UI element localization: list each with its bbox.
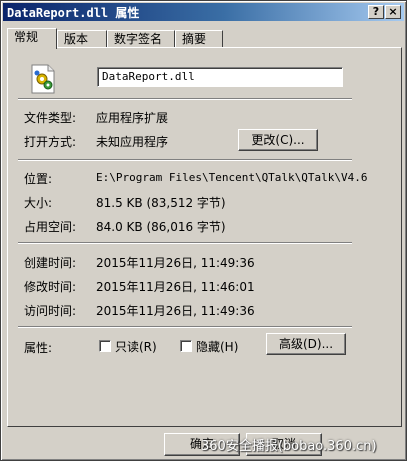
window-title: DataReport.dll 属性 (7, 6, 140, 20)
divider (18, 326, 352, 328)
divider (18, 98, 352, 100)
attributes-label: 属性: (24, 341, 53, 355)
hidden-label[interactable]: 隐藏(H) (196, 338, 238, 355)
created-value: 2015年11月26日, 11:49:36 (96, 256, 255, 270)
modified-label: 修改时间: (24, 280, 77, 294)
general-panel: DataReport.dll 文件类型: 应用程序扩展 打开方式: 未知应用程序… (7, 47, 402, 427)
tab-summary[interactable]: 摘要 (175, 30, 223, 48)
hidden-checkbox[interactable] (180, 340, 192, 352)
readonly-checkbox[interactable] (99, 340, 111, 352)
location-label: 位置: (24, 172, 53, 186)
watermark: 360安全播报(bobao.360.cn) (201, 439, 377, 454)
readonly-label[interactable]: 只读(R) (115, 338, 157, 355)
change-button[interactable]: 更改(C)... (238, 129, 318, 151)
size-label: 大小: (24, 196, 53, 210)
divider (18, 242, 352, 244)
advanced-button[interactable]: 高级(D)... (266, 333, 346, 355)
title-bar[interactable]: DataReport.dll 属性 ? × (3, 3, 404, 21)
file-type-value: 应用程序扩展 (96, 111, 169, 125)
divider (18, 159, 352, 161)
created-label: 创建时间: (24, 256, 77, 270)
opens-with-value: 未知应用程序 (96, 135, 169, 149)
opens-with-label: 打开方式: (24, 135, 77, 149)
file-name-input[interactable]: DataReport.dll (97, 67, 343, 87)
size-on-disk-value: 84.0 KB (86,016 字节) (96, 220, 226, 234)
help-button[interactable]: ? (368, 5, 384, 19)
file-type-label: 文件类型: (24, 111, 77, 125)
size-value: 81.5 KB (83,512 字节) (96, 196, 226, 210)
tab-version[interactable]: 版本 (57, 30, 107, 48)
modified-value: 2015年11月26日, 11:46:01 (96, 280, 255, 294)
tab-digital-signatures[interactable]: 数字签名 (107, 30, 175, 48)
accessed-value: 2015年11月26日, 11:49:36 (96, 304, 255, 318)
size-on-disk-label: 占用空间: (24, 220, 77, 234)
tab-general[interactable]: 常规 (7, 28, 57, 49)
accessed-label: 访问时间: (24, 304, 77, 318)
properties-dialog: DataReport.dll 属性 ? × 常规 版本 数字签名 摘要 Data… (0, 0, 407, 461)
dll-file-icon (26, 62, 60, 96)
location-value: E:\Program Files\Tencent\QTalk\QTalk\V4.… (96, 171, 368, 184)
close-button[interactable]: × (385, 5, 401, 19)
